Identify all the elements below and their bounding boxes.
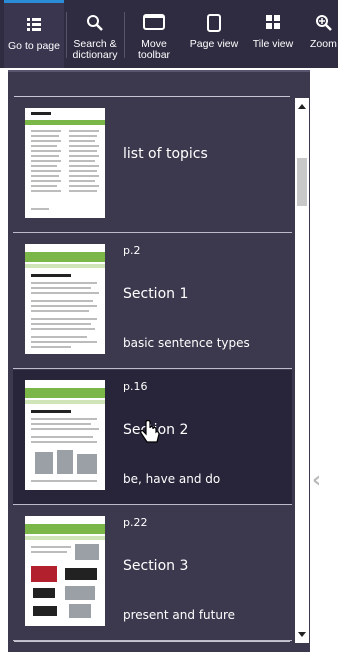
page-thumbnail bbox=[25, 244, 105, 354]
search-dictionary-button[interactable]: Search & dictionary bbox=[67, 0, 123, 68]
page-title: Section 3 bbox=[123, 558, 189, 574]
page-title: Section 1 bbox=[123, 286, 189, 302]
page-view-label: Page view bbox=[189, 38, 239, 50]
panel-divider bbox=[14, 96, 290, 97]
page-icon bbox=[207, 14, 221, 32]
list-icon bbox=[27, 18, 41, 31]
page-thumbnail bbox=[25, 380, 105, 490]
zoom-icon bbox=[316, 15, 332, 31]
page-number: p.2 bbox=[123, 244, 141, 257]
zoom-button[interactable]: Zoom bbox=[304, 0, 338, 68]
page-view-button[interactable]: Page view bbox=[186, 0, 242, 68]
scrollbar-thumb[interactable] bbox=[297, 158, 307, 206]
top-toolbar: Go to page Search & dictionary Move tool… bbox=[0, 0, 338, 68]
grid-icon bbox=[266, 15, 280, 29]
move-toolbar-button[interactable]: Move toolbar bbox=[126, 0, 182, 68]
move-label-line2: toolbar bbox=[137, 49, 171, 61]
page-subtitle: be, have and do bbox=[123, 472, 221, 486]
panel-divider bbox=[14, 641, 290, 642]
page-thumbnail bbox=[25, 516, 105, 626]
go-to-page-button[interactable]: Go to page bbox=[4, 0, 64, 68]
toolbar-separator bbox=[124, 12, 125, 58]
search-icon bbox=[87, 15, 103, 31]
list-item[interactable]: p.22 Section 3 present and future bbox=[13, 506, 292, 641]
scroll-down-arrow-icon[interactable] bbox=[298, 632, 306, 637]
page-subtitle: basic sentence types bbox=[123, 336, 250, 350]
page-thumbnail bbox=[25, 108, 105, 218]
tile-view-button[interactable]: Tile view bbox=[246, 0, 300, 68]
window-icon bbox=[143, 14, 165, 30]
go-to-page-panel: list of topics p.2 Section 1 basic sente… bbox=[8, 70, 310, 652]
scroll-up-arrow-icon[interactable] bbox=[298, 104, 306, 109]
hand-cursor-icon bbox=[140, 420, 160, 443]
tile-view-label: Tile view bbox=[252, 38, 294, 50]
zoom-label: Zoom bbox=[310, 38, 337, 50]
page-number: p.16 bbox=[123, 380, 148, 393]
list-item[interactable]: p.2 Section 1 basic sentence types bbox=[13, 234, 292, 369]
page-number: p.22 bbox=[123, 516, 148, 529]
list-item[interactable]: list of topics bbox=[13, 98, 292, 233]
search-label-line2: dictionary bbox=[72, 49, 118, 61]
page-list[interactable]: list of topics p.2 Section 1 basic sente… bbox=[8, 98, 293, 643]
page-subtitle: present and future bbox=[123, 608, 236, 622]
go-to-page-label: Go to page bbox=[8, 40, 60, 52]
page-title: list of topics bbox=[123, 146, 208, 162]
list-scrollbar[interactable] bbox=[295, 98, 309, 643]
chevron-left-icon[interactable]: ‹ bbox=[312, 468, 321, 493]
